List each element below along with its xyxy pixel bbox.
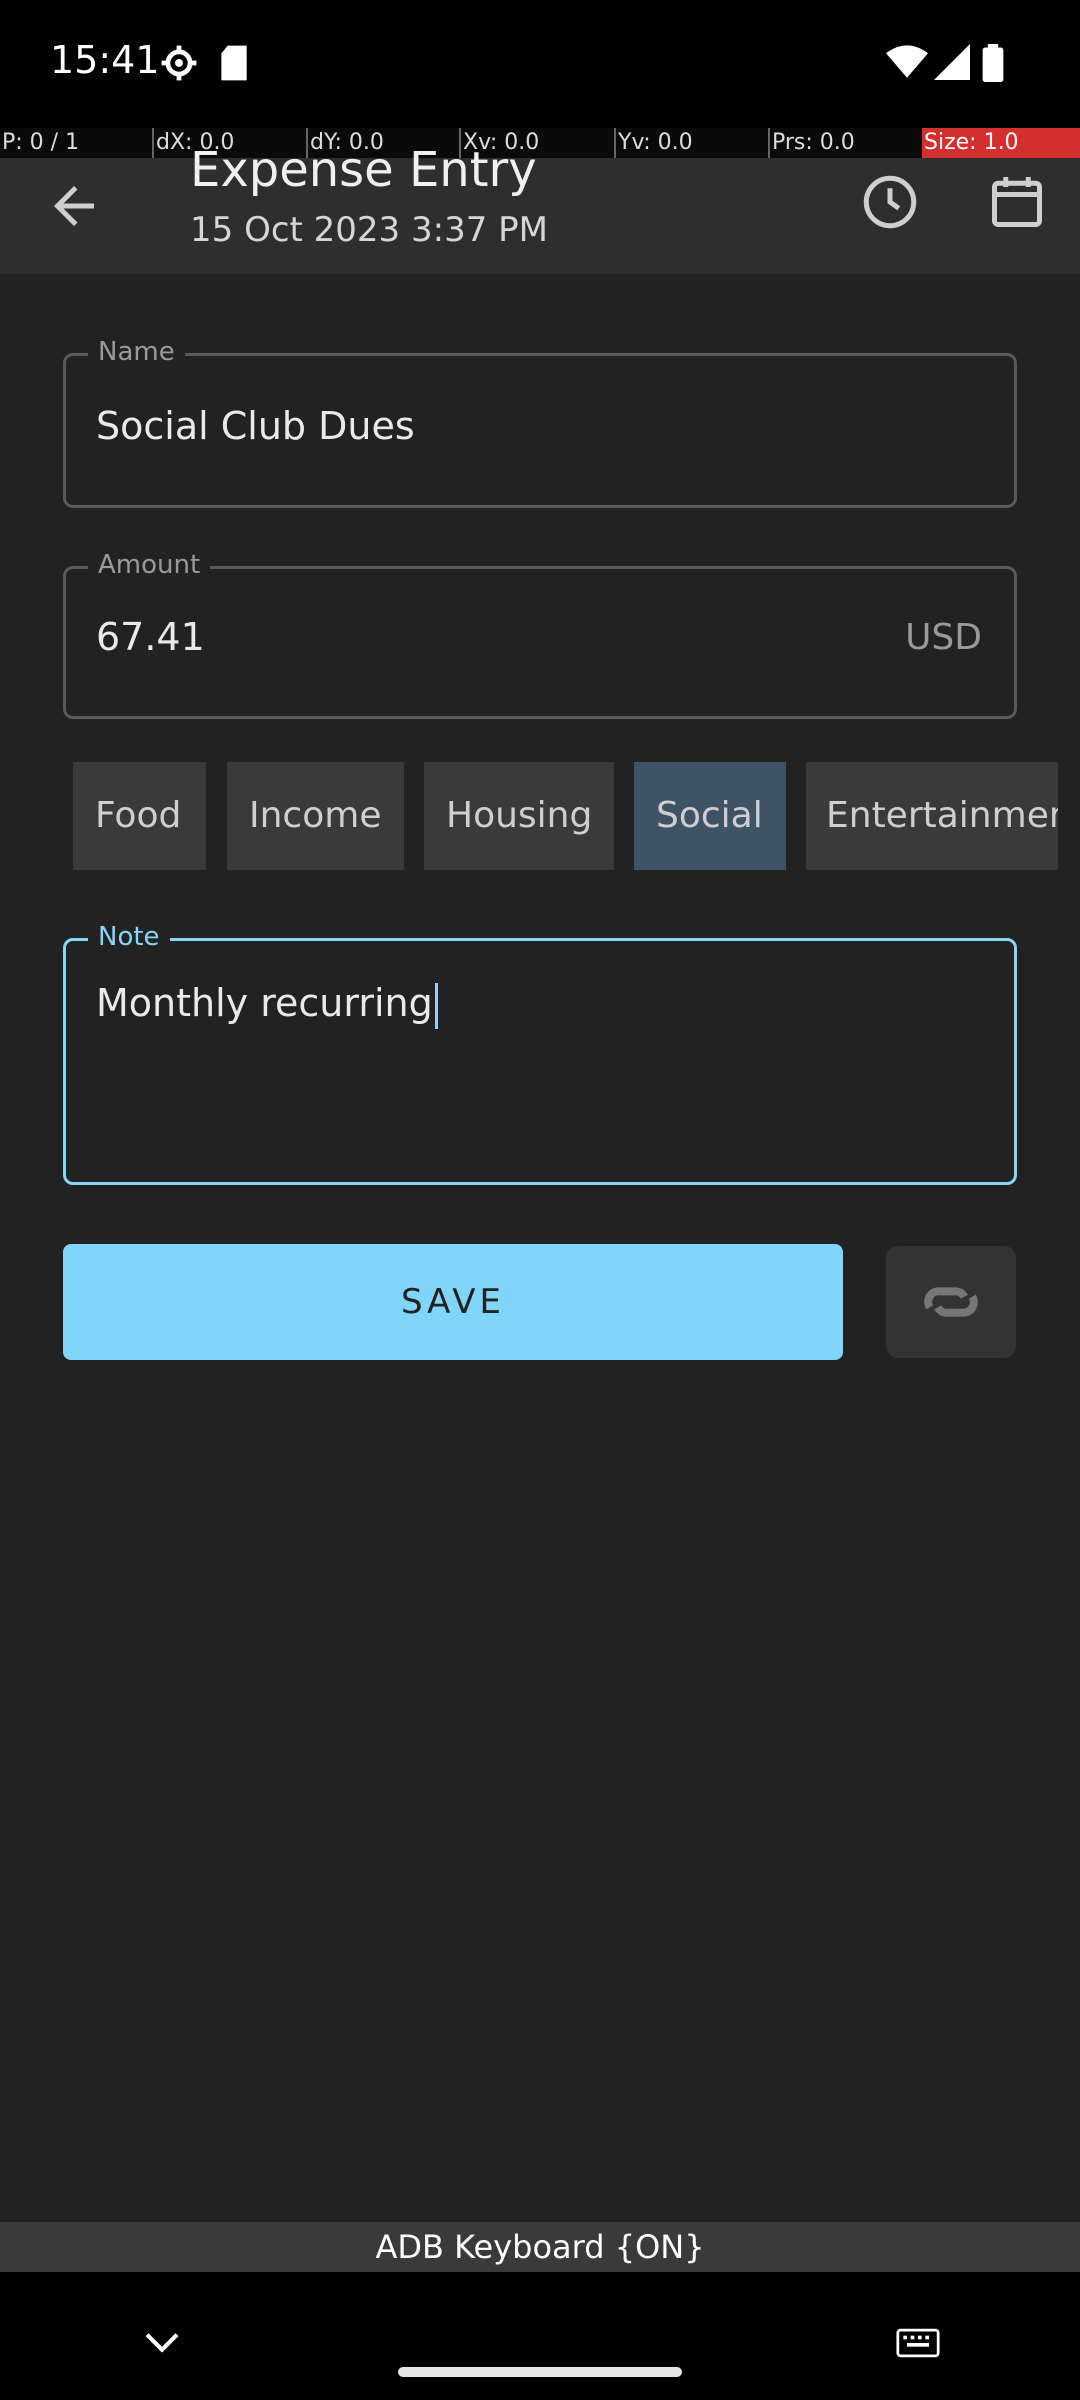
status-time: 15:41	[50, 38, 160, 82]
calendar-icon[interactable]	[987, 172, 1047, 232]
category-chip-housing[interactable]: Housing	[424, 762, 614, 870]
battery-icon	[982, 44, 1004, 82]
name-label: Name	[88, 337, 185, 367]
keyboard-status-bar: ADB Keyboard {ON}	[0, 2222, 1080, 2272]
keyboard-icon[interactable]	[896, 2328, 940, 2358]
sd-card-icon	[221, 45, 247, 81]
recurring-toggle-button[interactable]	[886, 1246, 1016, 1358]
category-chip-food[interactable]: Food	[73, 762, 206, 870]
note-field[interactable]: Note Monthly recurring	[63, 922, 1017, 1185]
amount-field[interactable]: Amount 67.41 USD	[63, 550, 1017, 719]
pointer-debug-bar: P: 0 / 1 dX: 0.0 dY: 0.0 Xv: 0.0 Yv: 0.0…	[0, 128, 1080, 158]
note-text: Monthly recurring	[96, 981, 433, 1025]
debug-prs: Prs: 0.0	[768, 128, 855, 158]
debug-size: Size: 1.0	[922, 128, 1080, 158]
save-button[interactable]: SAVE	[63, 1244, 843, 1360]
debug-pointer: P: 0 / 1	[2, 130, 80, 155]
clock-icon[interactable]	[860, 172, 920, 232]
home-gesture-pill[interactable]	[398, 2367, 682, 2377]
category-chip-entertainment[interactable]: Entertainment	[806, 762, 1058, 870]
name-field[interactable]: Name Social Club Dues	[63, 337, 1017, 508]
page-title: Expense Entry	[190, 142, 537, 198]
debug-yv: Yv: 0.0	[614, 128, 693, 158]
chevron-down-icon[interactable]	[142, 2328, 182, 2358]
category-chip-social[interactable]: Social	[634, 762, 786, 870]
status-bar: 15:41	[0, 0, 1080, 128]
back-arrow-icon[interactable]	[44, 176, 104, 236]
note-label: Note	[88, 922, 170, 952]
wifi-icon	[886, 45, 928, 78]
settings-icon	[161, 45, 197, 81]
recurring-link-icon	[924, 1287, 978, 1317]
text-cursor	[434, 982, 438, 1029]
category-chip-income[interactable]: Income	[227, 762, 404, 870]
note-value: Monthly recurring	[96, 981, 438, 1029]
navigation-bar	[0, 2272, 1080, 2400]
amount-label: Amount	[88, 550, 211, 580]
signal-icon	[934, 44, 970, 80]
name-value: Social Club Dues	[96, 404, 415, 448]
entry-datetime: 15 Oct 2023 3:37 PM	[190, 210, 548, 250]
amount-value: 67.41	[96, 615, 205, 659]
currency-label: USD	[905, 617, 982, 658]
